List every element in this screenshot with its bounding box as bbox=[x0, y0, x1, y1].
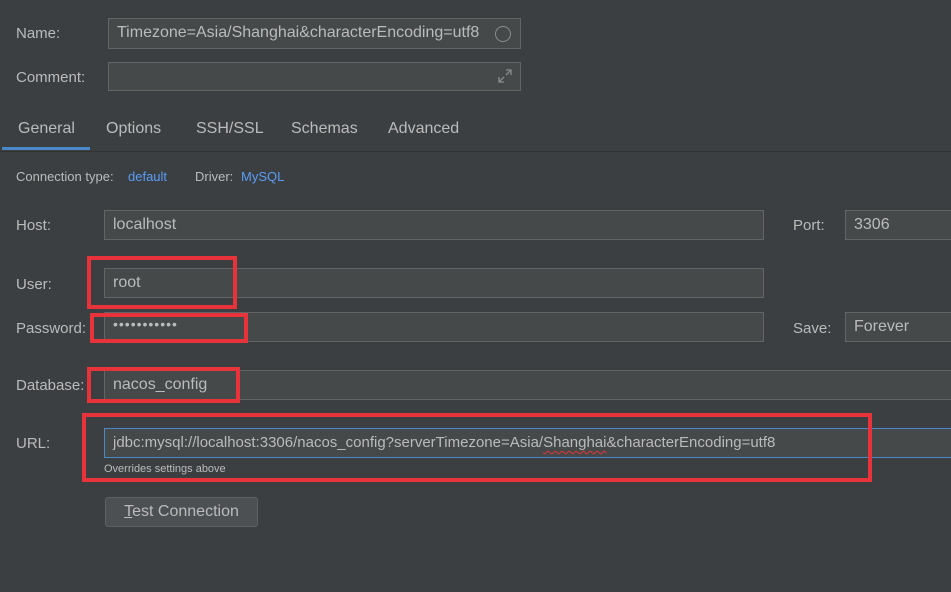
test-connection-button[interactable]: Test Connection bbox=[105, 497, 258, 527]
user-label: User: bbox=[16, 276, 52, 293]
tab-schemas[interactable]: Schemas bbox=[291, 120, 358, 138]
password-input[interactable]: ••••••••••• bbox=[104, 312, 764, 342]
save-label: Save: bbox=[793, 320, 832, 337]
port-input[interactable]: 3306 bbox=[845, 210, 951, 240]
url-prefix: jdbc:mysql://localhost:3306/nacos_config… bbox=[113, 434, 544, 451]
save-select-value: Forever bbox=[854, 318, 910, 335]
driver-label: Driver: bbox=[195, 169, 234, 184]
save-select[interactable]: Forever bbox=[845, 312, 951, 342]
url-label: URL: bbox=[16, 435, 51, 452]
comment-label: Comment: bbox=[16, 69, 86, 86]
database-input[interactable]: nacos_config bbox=[104, 370, 951, 400]
driver-link[interactable]: MySQL bbox=[241, 168, 284, 186]
url-input[interactable]: jdbc:mysql://localhost:3306/nacos_config… bbox=[104, 428, 951, 458]
user-input-value: root bbox=[113, 274, 141, 291]
tab-bar: General Options SSH/SSL Schemas Advanced bbox=[0, 108, 951, 152]
connection-type-label: Connection type: bbox=[16, 169, 114, 184]
connection-type-link[interactable]: default bbox=[128, 168, 167, 186]
password-label: Password: bbox=[16, 320, 87, 337]
password-input-value: ••••••••••• bbox=[113, 316, 178, 332]
tab-ssh-ssl[interactable]: SSH/SSL bbox=[196, 120, 264, 138]
url-misspelled-word: Shanghai bbox=[543, 434, 607, 451]
host-input-value: localhost bbox=[113, 216, 177, 233]
expand-icon[interactable] bbox=[497, 68, 513, 84]
user-input[interactable]: root bbox=[104, 268, 764, 298]
active-tab-indicator bbox=[2, 147, 90, 150]
comment-input[interactable] bbox=[108, 62, 521, 91]
test-connection-mnemonic: T bbox=[124, 503, 133, 520]
port-label: Port: bbox=[793, 217, 825, 234]
host-label: Host: bbox=[16, 217, 52, 234]
port-input-value: 3306 bbox=[854, 216, 890, 233]
tab-advanced[interactable]: Advanced bbox=[388, 120, 459, 138]
database-label: Database: bbox=[16, 377, 85, 394]
host-input[interactable]: localhost bbox=[104, 210, 764, 240]
name-input-value: Timezone=Asia/Shanghai&characterEncoding… bbox=[117, 24, 480, 41]
name-status-circle-icon bbox=[495, 26, 511, 42]
test-connection-label: est Connection bbox=[132, 503, 239, 520]
url-suffix: &characterEncoding=utf8 bbox=[606, 434, 776, 451]
name-label: Name: bbox=[16, 25, 61, 42]
tab-general[interactable]: General bbox=[18, 120, 75, 138]
database-input-value: nacos_config bbox=[113, 376, 208, 393]
url-hint: Overrides settings above bbox=[104, 463, 226, 475]
name-input[interactable]: Timezone=Asia/Shanghai&characterEncoding… bbox=[108, 18, 521, 49]
tab-options[interactable]: Options bbox=[106, 120, 161, 138]
